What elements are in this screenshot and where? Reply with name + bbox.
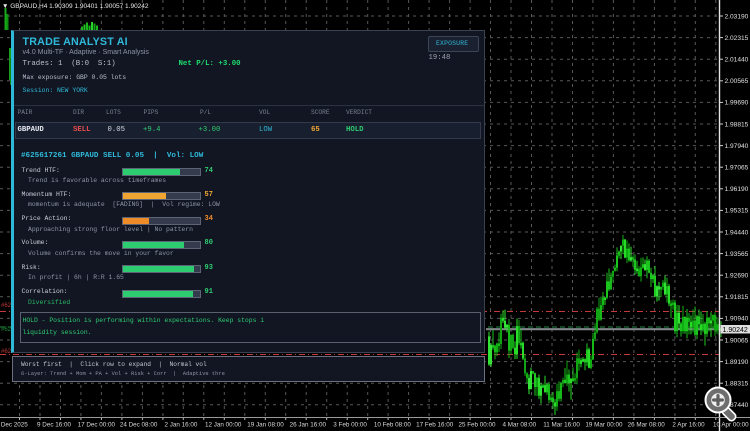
svg-text:10 Feb 08:00: 10 Feb 08:00 [374, 422, 412, 429]
svg-text:2.02315: 2.02315 [725, 35, 749, 42]
svg-text:2 Jan 16:00: 2 Jan 16:00 [164, 422, 197, 429]
svg-text:26 Jan 16:00: 26 Jan 16:00 [290, 422, 327, 429]
svg-text:3 Feb 00:00: 3 Feb 00:00 [333, 422, 367, 429]
svg-text:1.98815: 1.98815 [725, 121, 749, 128]
svg-text:19 Jan 08:00: 19 Jan 08:00 [247, 422, 284, 429]
svg-text:26 Mar 08:00: 26 Mar 08:00 [628, 422, 666, 429]
svg-text:1.97065: 1.97065 [725, 165, 749, 172]
svg-text:1.90242: 1.90242 [723, 327, 748, 334]
svg-text:1.91815: 1.91815 [725, 294, 749, 301]
svg-text:9 Dec 16:00: 9 Dec 16:00 [37, 422, 71, 429]
svg-text:1.99690: 1.99690 [725, 100, 749, 107]
svg-text:17 Feb 16:00: 17 Feb 16:00 [416, 422, 454, 429]
svg-text:2.01440: 2.01440 [725, 57, 749, 64]
svg-text:24 Dec 08:00: 24 Dec 08:00 [120, 422, 158, 429]
svg-text:2 Apr 16:00: 2 Apr 16:00 [672, 422, 705, 429]
svg-text:1.93565: 1.93565 [725, 251, 749, 258]
svg-text:4 Mar 08:00: 4 Mar 08:00 [502, 422, 536, 429]
svg-text:17 Dec 00:00: 17 Dec 00:00 [78, 422, 116, 429]
svg-text:1.97940: 1.97940 [725, 143, 749, 150]
svg-text:1.94440: 1.94440 [725, 229, 749, 236]
svg-text:19 Mar 00:00: 19 Mar 00:00 [585, 422, 623, 429]
svg-text:1.90940: 1.90940 [725, 316, 749, 323]
svg-text:10 Apr 00:00: 10 Apr 00:00 [713, 422, 749, 429]
svg-text:1.95315: 1.95315 [725, 208, 749, 215]
svg-text:1.90065: 1.90065 [725, 337, 749, 344]
svg-text:2.00565: 2.00565 [725, 78, 749, 85]
svg-text:11 Mar 16:00: 11 Mar 16:00 [543, 422, 580, 429]
svg-text:1.89190: 1.89190 [725, 359, 749, 366]
svg-text:12 Jan 00:00: 12 Jan 00:00 [205, 422, 242, 429]
svg-text:1.88315: 1.88315 [725, 381, 749, 388]
svg-text:1.96190: 1.96190 [725, 186, 749, 193]
svg-text:25 Feb 00:00: 25 Feb 00:00 [458, 422, 496, 429]
svg-text:2.03190: 2.03190 [725, 13, 749, 20]
svg-text:7 Dec 2025: 7 Dec 2025 [0, 422, 28, 429]
svg-text:1.92690: 1.92690 [725, 273, 749, 280]
